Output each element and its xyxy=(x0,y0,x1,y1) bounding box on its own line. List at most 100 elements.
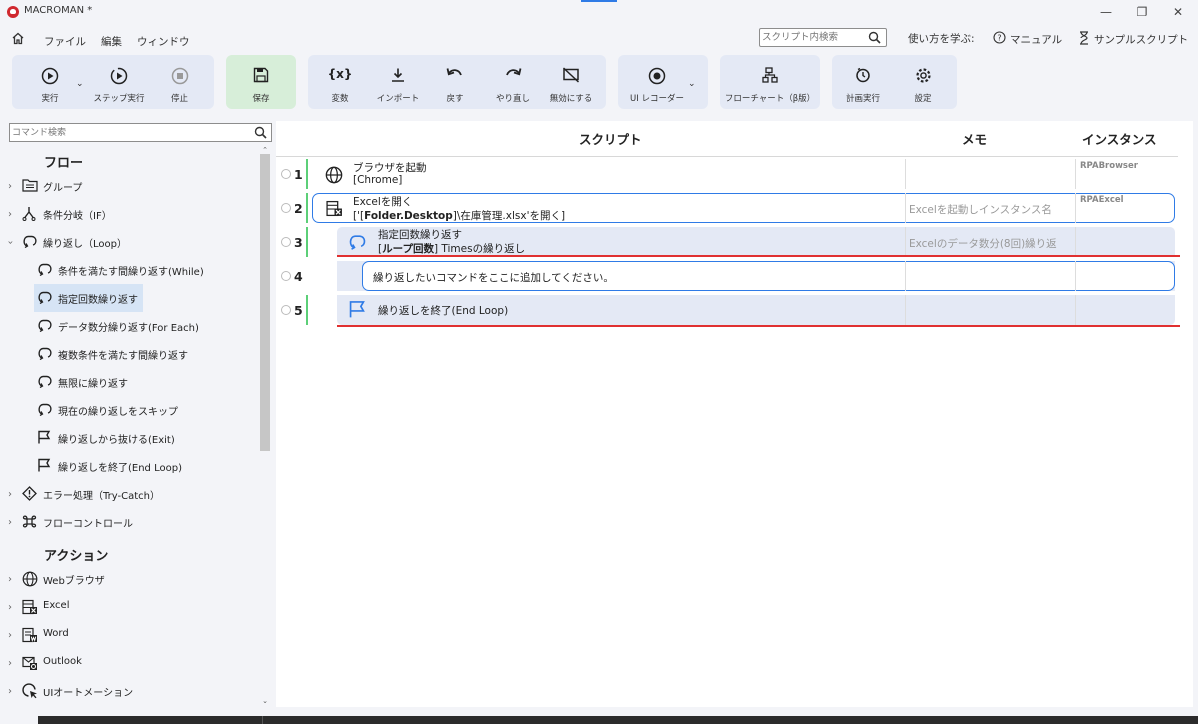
gear-icon xyxy=(895,67,951,87)
close-button[interactable]: ✕ xyxy=(1160,4,1196,20)
sidebar-item-multi-condition[interactable]: 複数条件を満たす間繰り返す xyxy=(0,343,258,365)
command-detail: ['[Folder.Desktop]\在庫管理.xlsx'を開く] xyxy=(353,208,565,223)
memo-cell[interactable] xyxy=(905,261,1075,291)
script-row-1[interactable]: 1 ブラウザを起動 [Chrome] RPABrowser xyxy=(276,158,1178,192)
command-panel-scrollbar[interactable]: ⌃ ⌄ xyxy=(259,146,271,707)
memo-cell[interactable]: Excelを起動しインスタンス名 xyxy=(905,193,1075,223)
sidebar-item-exit[interactable]: 繰り返しから抜ける(Exit) xyxy=(0,427,258,449)
scroll-down-icon[interactable]: ⌄ xyxy=(260,697,270,705)
stop-icon xyxy=(152,67,207,87)
settings-button[interactable]: 設定 xyxy=(895,55,951,109)
variables-button[interactable]: {x} 変数 xyxy=(313,55,367,109)
sidebar-item-flow-control[interactable]: › フローコントロール xyxy=(0,511,258,533)
row-number: 4 xyxy=(294,269,303,284)
sidebar-item-while[interactable]: 条件を満たす間繰り返す(While) xyxy=(0,259,258,281)
scroll-up-icon[interactable]: ⌃ xyxy=(260,146,270,154)
script-row-2[interactable]: 2 Excelを開く ['[Folder.Desktop]\在庫管理.xlsx'… xyxy=(276,192,1178,226)
memo-cell[interactable] xyxy=(905,295,1075,325)
manual-label: マニュアル xyxy=(1010,33,1063,46)
recorder-dropdown-chevron-icon[interactable]: ⌄ xyxy=(688,79,696,89)
maximize-button[interactable]: ❐ xyxy=(1124,4,1160,20)
sidebar-item-loop[interactable]: › 繰り返し（Loop） xyxy=(0,231,258,253)
script-search-input[interactable] xyxy=(762,30,862,45)
chevron-right-icon[interactable]: › xyxy=(8,489,12,500)
flowchart-button[interactable]: フローチャート（β版） xyxy=(720,55,820,109)
sidebar-item-for-each[interactable]: データ数分繰り返す(For Each) xyxy=(0,315,258,337)
sidebar-item-repeat-times[interactable]: 指定回数繰り返す xyxy=(0,284,258,312)
row-number: 5 xyxy=(294,303,303,318)
command-icon xyxy=(22,514,37,532)
variables-icon: {x} xyxy=(313,67,367,87)
command-search-box[interactable] xyxy=(9,123,272,142)
script-row-5[interactable]: 5 繰り返しを終了(End Loop) xyxy=(276,294,1178,328)
breakpoint-toggle[interactable] xyxy=(281,305,291,315)
search-icon[interactable] xyxy=(254,126,267,142)
sidebar-item-group[interactable]: › グループ xyxy=(0,175,258,197)
sidebar-item-outlook[interactable]: › Outlook xyxy=(0,652,258,674)
command-search-input[interactable] xyxy=(12,125,242,140)
breakpoint-toggle[interactable] xyxy=(281,169,291,179)
breakpoint-toggle[interactable] xyxy=(281,203,291,213)
run-dropdown-chevron-icon[interactable]: ⌄ xyxy=(76,79,84,89)
manual-link[interactable]: ? マニュアル xyxy=(993,31,1062,47)
sidebar-item-word[interactable]: › Word xyxy=(0,624,258,646)
script-row-4[interactable]: 4 繰り返したいコマンドをここに追加してください。 xyxy=(276,260,1178,294)
chevron-down-icon[interactable]: › xyxy=(5,240,16,244)
help-circle-icon: ? xyxy=(993,31,1006,47)
header-script: スクリプト xyxy=(579,132,642,147)
search-icon[interactable] xyxy=(868,31,881,47)
breakpoint-toggle[interactable] xyxy=(281,237,291,247)
sidebar-item-ui-automation[interactable]: › UIオートメーション xyxy=(0,680,258,702)
chevron-right-icon[interactable]: › xyxy=(8,630,12,641)
sidebar-item-infinite[interactable]: 無限に繰り返す xyxy=(0,371,258,393)
chevron-right-icon[interactable]: › xyxy=(8,686,12,697)
run-button[interactable]: 実行 xyxy=(20,55,80,109)
ui-recorder-label: UI レコーダー xyxy=(630,94,684,104)
script-search-box[interactable] xyxy=(759,28,887,47)
sidebar-item-skip[interactable]: 現在の繰り返しをスキップ xyxy=(0,399,258,421)
sidebar-item-try-catch[interactable]: › エラー処理（Try-Catch） xyxy=(0,483,258,505)
chevron-right-icon[interactable]: › xyxy=(8,602,12,613)
disable-button[interactable]: 無効にする xyxy=(542,55,600,109)
sample-script-icon xyxy=(1078,31,1090,48)
chevron-right-icon[interactable]: › xyxy=(8,209,12,220)
sidebar-item-web-browser[interactable]: › Webブラウザ xyxy=(0,568,258,590)
loop-end-marker xyxy=(337,325,1180,327)
command-title: Excelを開く xyxy=(353,196,413,208)
menu-window[interactable]: ウィンドウ xyxy=(137,34,190,49)
chevron-right-icon[interactable]: › xyxy=(8,181,12,192)
memo-cell[interactable]: Excelのデータ数分(8回)繰り返 xyxy=(905,227,1075,257)
detail-suffix: ] Timesの繰り返し xyxy=(433,243,526,255)
svg-text:?: ? xyxy=(997,34,1001,43)
import-button[interactable]: インポート xyxy=(370,55,426,109)
stop-button[interactable]: 停止 xyxy=(152,55,207,109)
variables-glyph: {x} xyxy=(327,67,353,81)
title-bar: MACROMAN * — ❐ ✕ xyxy=(0,0,1198,24)
chevron-right-icon[interactable]: › xyxy=(8,517,12,528)
undo-button[interactable]: 戻す xyxy=(428,55,482,109)
menu-file[interactable]: ファイル xyxy=(44,34,86,49)
save-button[interactable]: 保存 xyxy=(226,55,296,109)
sidebar-item-excel[interactable]: › Excel xyxy=(0,596,258,618)
sample-script-link[interactable]: サンプルスクリプト xyxy=(1078,31,1188,48)
step-run-button[interactable]: ステップ実行 xyxy=(89,55,149,109)
home-icon[interactable] xyxy=(11,32,25,48)
chevron-right-icon[interactable]: › xyxy=(8,574,12,585)
branch-icon xyxy=(22,206,36,224)
redo-button[interactable]: やり直し xyxy=(486,55,540,109)
memo-cell[interactable] xyxy=(905,159,1075,189)
breakpoint-toggle[interactable] xyxy=(281,271,291,281)
menu-edit[interactable]: 編集 xyxy=(101,34,122,49)
schedule-button[interactable]: 計画実行 xyxy=(835,55,891,109)
sidebar-item-end-loop[interactable]: 繰り返しを終了(End Loop) xyxy=(0,455,258,477)
command-detail: [Chrome] xyxy=(353,174,403,186)
scrollbar-thumb[interactable] xyxy=(260,154,270,451)
minimize-button[interactable]: — xyxy=(1088,4,1124,20)
sidebar-item-if[interactable]: › 条件分岐（IF） xyxy=(0,203,258,225)
command-block[interactable]: ブラウザを起動 [Chrome] xyxy=(312,159,904,189)
header-instance: インスタンス xyxy=(1082,132,1157,147)
instance-cell: RPABrowser xyxy=(1075,159,1175,189)
row-green-bar xyxy=(306,227,308,257)
chevron-right-icon[interactable]: › xyxy=(8,658,12,669)
ui-recorder-button[interactable]: UI レコーダー xyxy=(622,55,692,109)
